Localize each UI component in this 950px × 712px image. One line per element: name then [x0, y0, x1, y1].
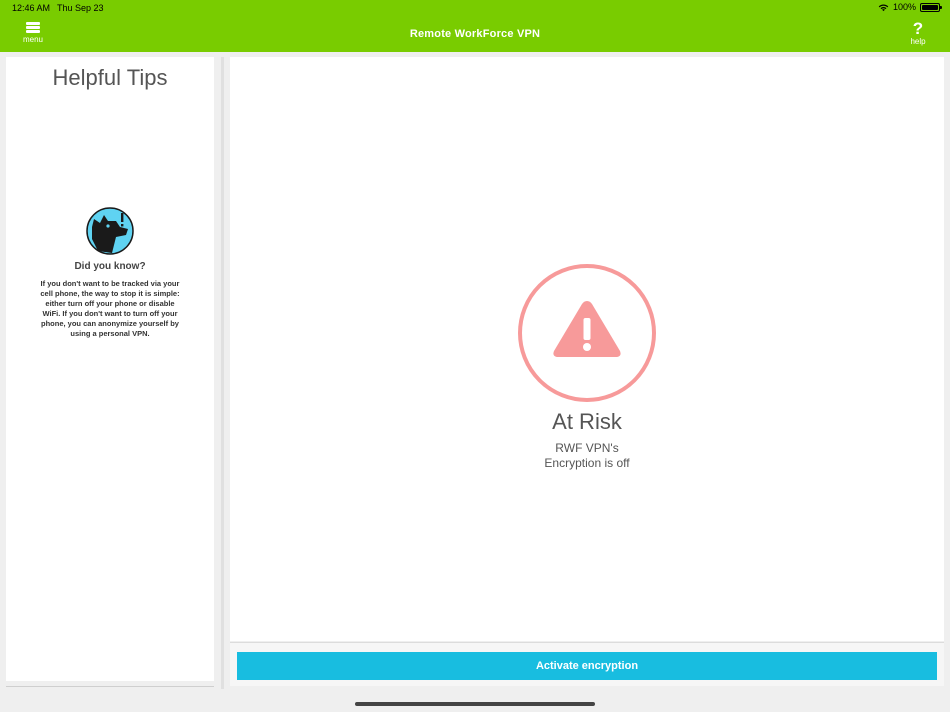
dog-icon — [86, 207, 134, 255]
app-title: Remote WorkForce VPN — [409, 28, 541, 40]
status-indicators: 100% — [878, 2, 942, 12]
did-you-know-heading: Did you know? — [74, 261, 146, 272]
status-subtitle-line2: Encryption is off — [544, 456, 630, 470]
helpful-tips-panel: Helpful Tips Did you know? If you don't … — [6, 57, 214, 681]
panel-divider — [221, 57, 224, 689]
help-label: help — [910, 37, 926, 46]
top-bar: 12:46 AM Thu Sep 23 100% menu Remote Wor… — [0, 0, 950, 52]
status-title: At Risk — [552, 409, 622, 434]
wifi-icon — [878, 3, 889, 11]
status-subtitle-line1: RWF VPN's — [555, 441, 619, 455]
status-panel: At Risk RWF VPN's Encryption is off — [230, 57, 944, 641]
help-button[interactable]: ? help — [906, 20, 930, 48]
question-mark-icon: ? — [912, 19, 924, 38]
tip-text: If you don't want to be tracked via your… — [40, 279, 180, 338]
action-footer: Activate encryption — [230, 642, 944, 686]
home-indicator[interactable] — [355, 702, 595, 706]
tips-title: Helpful Tips — [52, 65, 168, 90]
warning-icon — [518, 264, 656, 402]
status-date: Thu Sep 23 — [57, 3, 104, 13]
left-panel-divider — [6, 686, 214, 687]
status-time: 12:46 AM — [12, 3, 51, 13]
battery-icon — [920, 2, 942, 12]
activate-encryption-button[interactable]: Activate encryption — [237, 652, 937, 680]
battery-percentage: 100% — [892, 2, 916, 12]
